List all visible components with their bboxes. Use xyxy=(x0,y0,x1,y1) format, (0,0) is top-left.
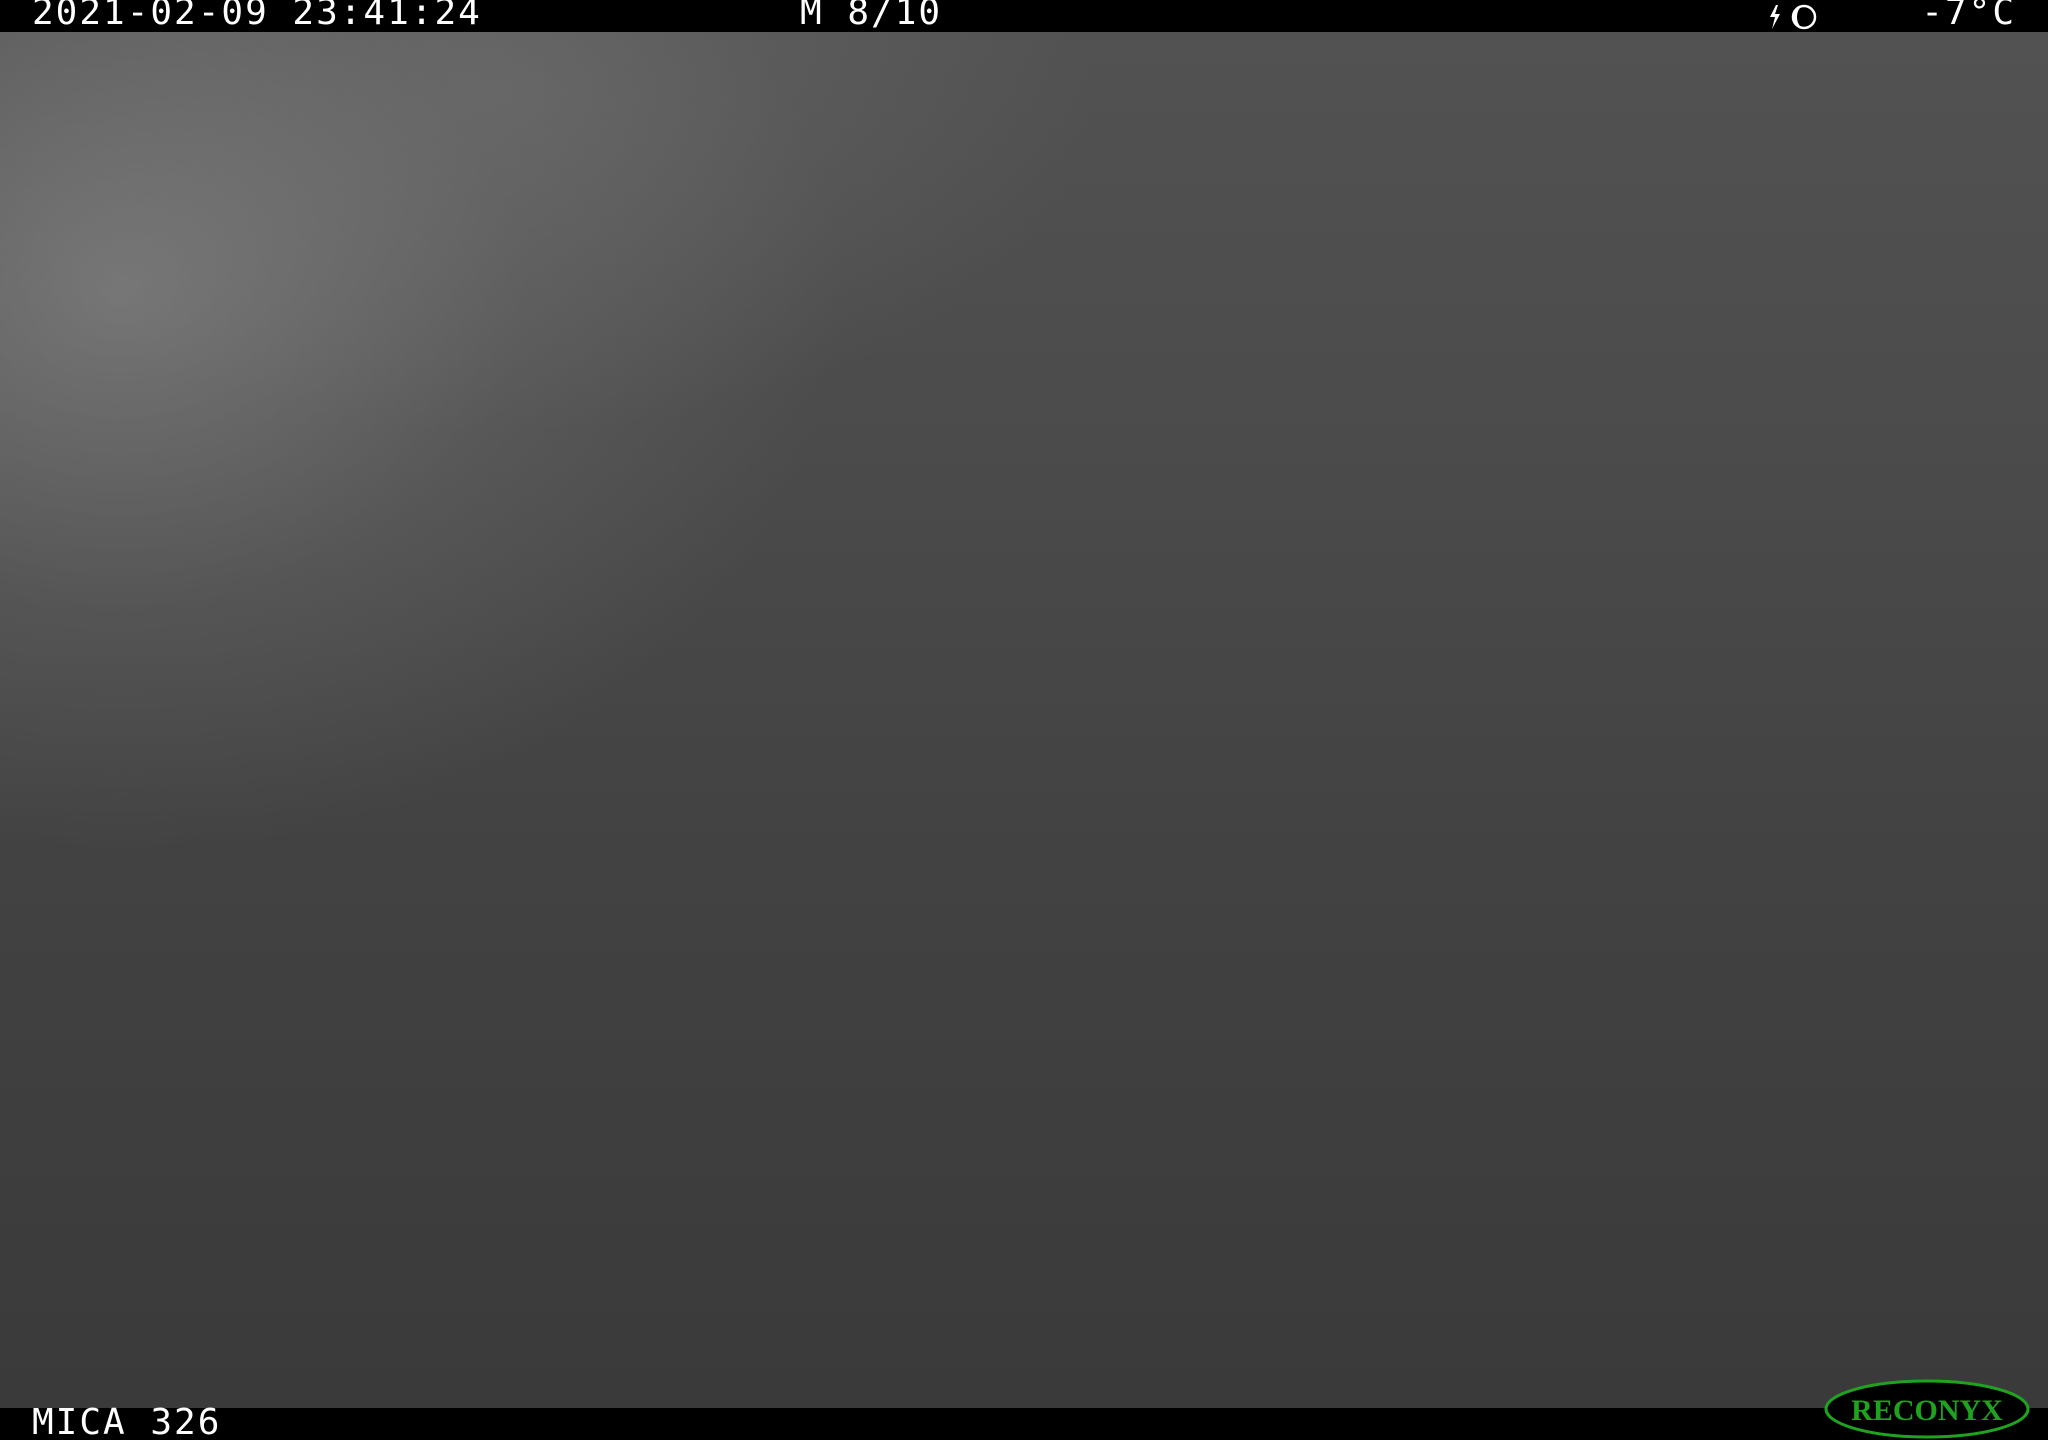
trail-camera-frame: 2021-02-09 23:41:24 M 8/10 -7°C MICA 326… xyxy=(0,0,2048,1440)
infrared-scene xyxy=(0,32,2048,1408)
moon-phase-icon xyxy=(1766,3,1826,31)
temperature: -7°C xyxy=(1921,0,2016,33)
camera-model: MICA 326 xyxy=(32,1402,222,1440)
reconyx-logo: RECONYX xyxy=(1824,1379,2030,1439)
bottom-info-bar: MICA 326 xyxy=(0,1402,2048,1440)
frame-counter: M 8/10 xyxy=(800,0,943,33)
timestamp: 2021-02-09 23:41:24 xyxy=(32,0,482,33)
logo-text: RECONYX xyxy=(1851,1394,2003,1427)
top-info-bar: 2021-02-09 23:41:24 M 8/10 -7°C xyxy=(0,0,2048,32)
